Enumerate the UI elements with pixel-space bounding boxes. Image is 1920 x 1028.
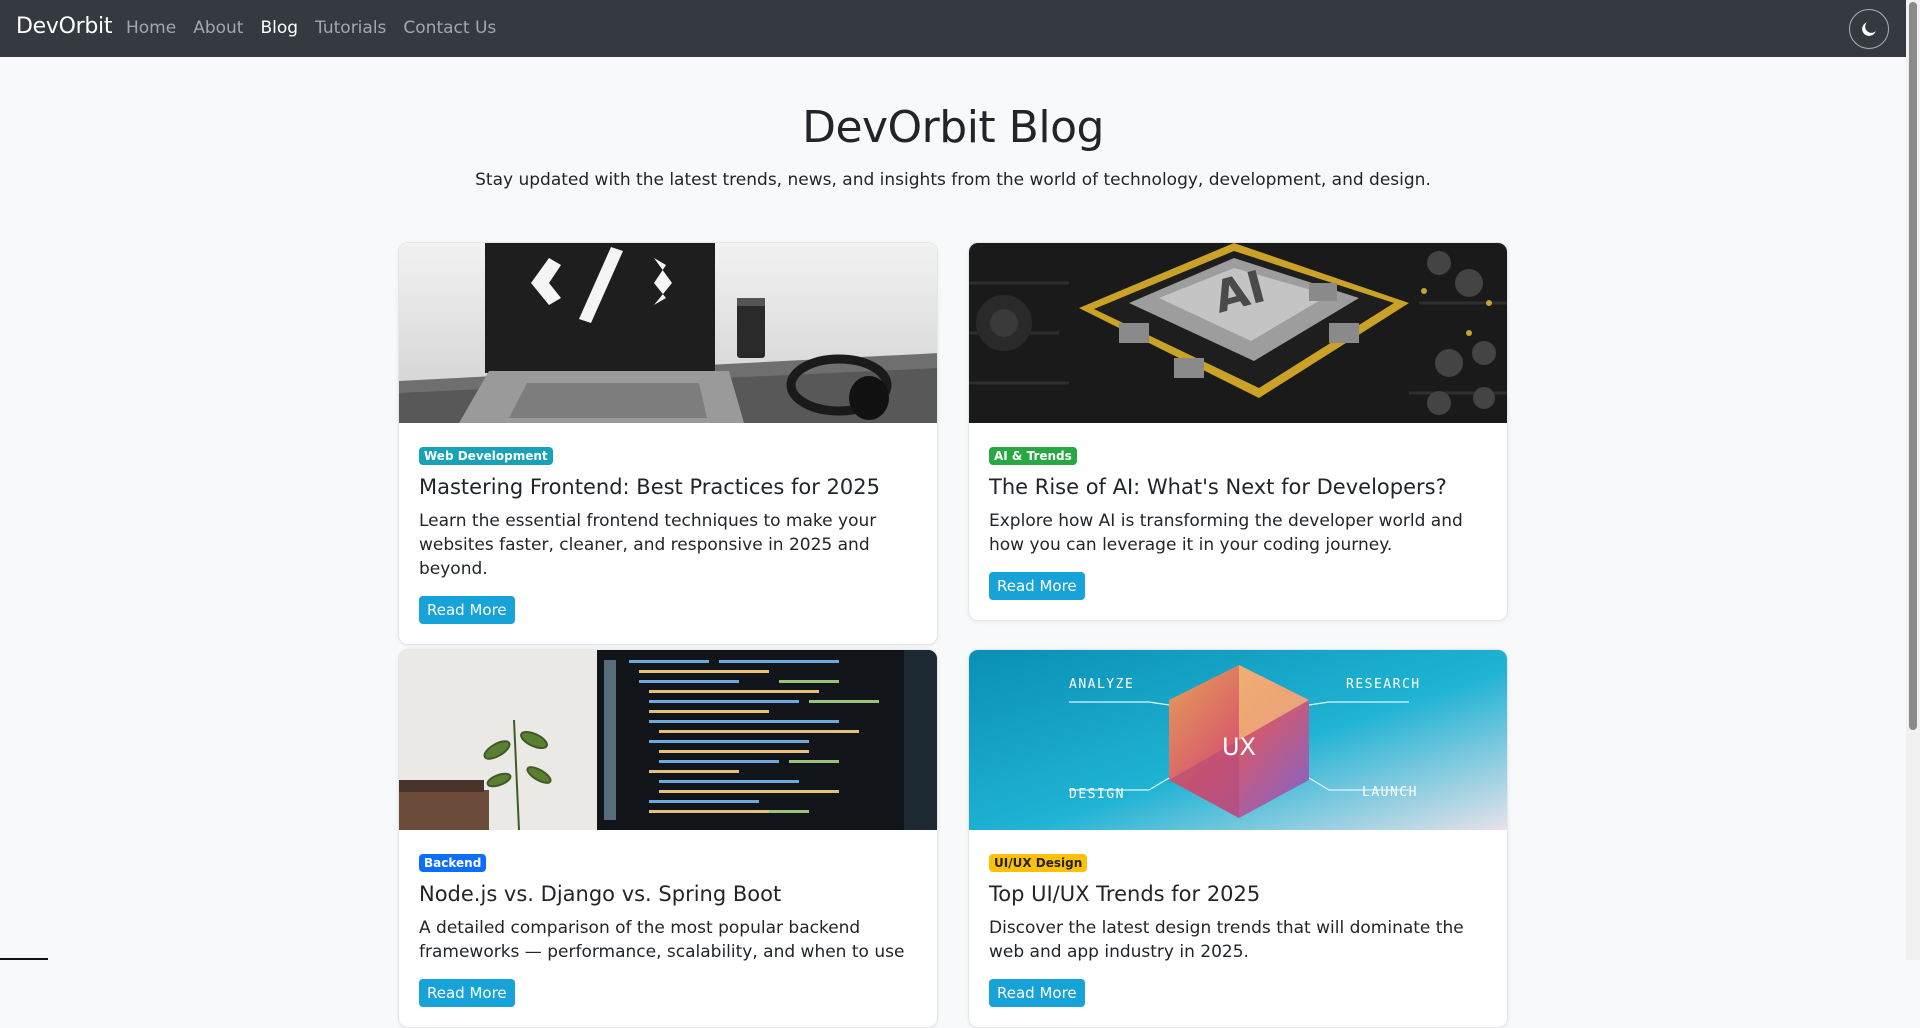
post-title: Top UI/UX Trends for 2025 [989,882,1261,906]
ai-chip-icon: AI [969,243,1507,423]
ux-diagram-icon: UX ANALYZE RESEARCH DESIGN LAUNCH [969,650,1507,830]
read-more-button[interactable]: Read More [419,979,515,1007]
read-more-button[interactable]: Read More [989,572,1085,600]
post-image [399,243,937,423]
category-badge: UI/UX Design [989,854,1088,872]
category-badge: Web Development [419,447,553,465]
post-title: Node.js vs. Django vs. Spring Boot [419,882,782,906]
page-title: DevOrbit Blog [802,102,1104,153]
category-badge: AI & Trends [989,447,1077,465]
analyze-label: ANALYZE [1069,677,1134,692]
nav-link-tutorials[interactable]: Tutorials [315,18,386,38]
post-title: Mastering Frontend: Best Practices for 2… [419,475,880,499]
post-title: The Rise of AI: What's Next for Develope… [989,475,1447,499]
blog-card: Backend Node.js vs. Django vs. Spring Bo… [398,649,938,1028]
post-image: UX ANALYZE RESEARCH DESIGN LAUNCH [969,650,1507,830]
post-excerpt: Learn the essential frontend techniques … [419,511,877,579]
nav-link-contact[interactable]: Contact Us [403,18,496,38]
nav-link-blog[interactable]: Blog [260,18,298,38]
nav-link-about[interactable]: About [193,18,243,38]
scrollbar-thumb[interactable] [1909,2,1917,730]
ux-label: UX [1222,733,1256,761]
nav-link-home[interactable]: Home [126,18,176,38]
post-image: AI [969,243,1507,423]
design-label: DESIGN [1069,787,1125,802]
blog-card: AI AI & Trends The Rise of AI: What's Ne… [968,242,1508,621]
brand-logo[interactable]: DevOrbit [16,14,112,39]
nav-links: Home About Blog Tutorials Contact Us [126,18,513,38]
category-badge: Backend [419,854,487,872]
post-excerpt: A detailed comparison of the most popula… [419,918,905,962]
read-more-button[interactable]: Read More [419,596,515,624]
post-excerpt: Discover the latest design trends that w… [989,918,1464,962]
post-image [399,650,937,830]
theme-toggle-button[interactable] [1849,9,1889,49]
research-label: RESEARCH [1346,677,1421,692]
blog-card: Web Development Mastering Frontend: Best… [398,242,938,645]
moon-icon [1862,22,1876,36]
page-subtitle: Stay updated with the latest trends, new… [475,170,1431,190]
blog-card: UX ANALYZE RESEARCH DESIGN LAUNCH UI/UX … [968,649,1508,1028]
code-laptop-icon [399,243,937,423]
launch-label: LAUNCH [1362,785,1418,800]
post-excerpt: Explore how AI is transforming the devel… [989,511,1463,555]
navbar: DevOrbit Home About Blog Tutorials Conta… [0,0,1906,57]
page-scrollbar[interactable] [1906,0,1920,960]
code-screen-icon [399,650,937,830]
read-more-button[interactable]: Read More [989,979,1085,1007]
